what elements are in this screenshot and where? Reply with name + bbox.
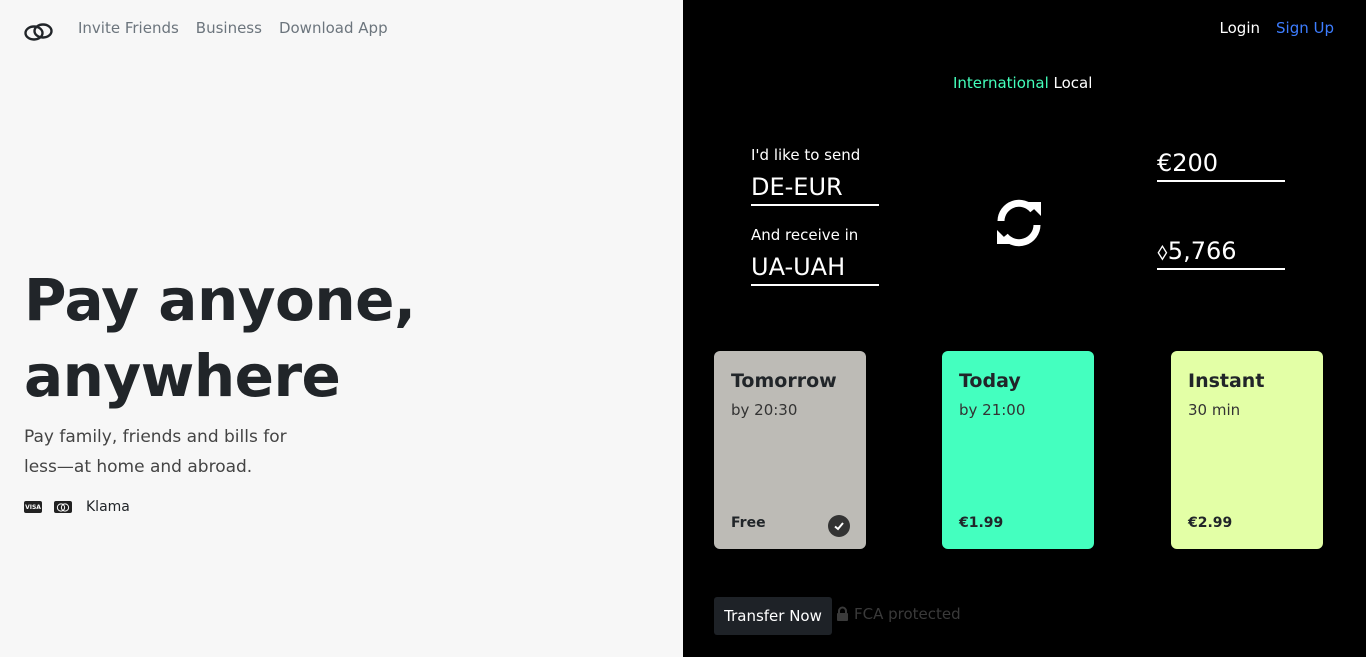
speed-option-instant[interactable]: Instant 30 min €2.99 [1171, 351, 1323, 549]
option-title: Today [959, 370, 1021, 392]
visa-icon: VISA [24, 501, 42, 513]
klama-label: Klama [86, 499, 130, 515]
transfer-mode-toggle: International Local [953, 73, 1092, 93]
option-time: 30 min [1188, 401, 1241, 419]
nav-download-app[interactable]: Download App [279, 18, 388, 38]
logo-icon[interactable] [23, 20, 55, 44]
option-title: Instant [1188, 370, 1265, 392]
option-time: by 21:00 [959, 401, 1026, 419]
option-price: €2.99 [1188, 515, 1233, 531]
nav-invite-friends[interactable]: Invite Friends [78, 18, 179, 38]
top-nav: Invite Friends Business Download App [78, 18, 405, 38]
option-price: €1.99 [959, 515, 1004, 531]
mastercard-icon [54, 501, 72, 513]
transfer-now-button[interactable]: Transfer Now [714, 597, 832, 635]
receive-label: And receive in [751, 226, 859, 244]
auth-links: Login Sign Up [1220, 18, 1334, 38]
send-label: I'd like to send [751, 146, 861, 164]
option-price: Free [731, 515, 766, 531]
hero-title-line1: Pay anyone, [24, 266, 416, 334]
hero-title-line2: anywhere [24, 342, 341, 410]
payment-methods: VISA Klama [24, 499, 130, 515]
right-panel: Login Sign Up International Local I'd li… [683, 0, 1366, 657]
left-panel: Invite Friends Business Download App Pay… [0, 0, 683, 657]
option-title: Tomorrow [731, 370, 837, 392]
signup-link[interactable]: Sign Up [1276, 18, 1334, 38]
send-amount-input[interactable]: €200 [1157, 148, 1285, 182]
send-currency-select[interactable]: DE-EUR [751, 172, 879, 206]
nav-business[interactable]: Business [196, 18, 262, 38]
lock-icon [837, 606, 848, 621]
fca-label: FCA protected [854, 605, 961, 623]
mode-local[interactable]: Local [1054, 74, 1093, 92]
swap-currencies-icon[interactable] [993, 197, 1045, 249]
speed-option-tomorrow[interactable]: Tomorrow by 20:30 Free [714, 351, 866, 549]
login-link[interactable]: Login [1220, 18, 1260, 38]
hero-title: Pay anyone, anywhere [24, 262, 416, 414]
check-circle-icon [828, 515, 850, 537]
option-time: by 20:30 [731, 401, 798, 419]
receive-currency-select[interactable]: UA-UAH [751, 252, 879, 286]
fca-protected-badge: FCA protected [836, 605, 961, 623]
mode-international[interactable]: International [953, 74, 1049, 92]
receive-amount-input[interactable]: ⬨5,766 [1157, 236, 1285, 270]
hero-subtitle: Pay family, friends and bills for less—a… [24, 427, 287, 477]
speed-option-today[interactable]: Today by 21:00 €1.99 [942, 351, 1094, 549]
